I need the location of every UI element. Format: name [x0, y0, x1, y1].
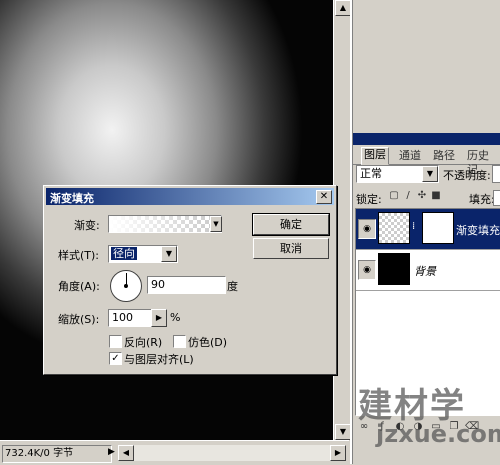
tab-channels[interactable]: 通道: [397, 149, 423, 163]
lock-move-icon[interactable]: ✣: [416, 190, 428, 202]
scale-label: 缩放(S):: [58, 313, 100, 326]
scale-slider-icon[interactable]: ▶: [151, 309, 167, 327]
style-label: 样式(T):: [58, 249, 100, 262]
lock-row: 锁定: ▢ / ✣ ■ 填充:: [356, 190, 500, 206]
tab-layers[interactable]: 图层: [361, 147, 389, 165]
scroll-up-icon[interactable]: ▲: [335, 0, 351, 16]
reverse-label: 反向(R): [124, 336, 163, 349]
lock-transparency-icon[interactable]: ▢: [388, 190, 400, 202]
opacity-label: 不透明度:: [443, 169, 491, 182]
layer-name: 背景: [414, 265, 436, 278]
gradient-label: 渐变:: [74, 219, 100, 232]
link-icon[interactable]: ⁞: [412, 221, 415, 232]
status-menu-icon[interactable]: ▶: [108, 447, 115, 457]
fill-label: 填充:: [469, 193, 495, 206]
status-bar: 732.4K/0 字节 ▶ ◀ ▶: [0, 440, 349, 465]
chevron-down-icon[interactable]: ▼: [161, 246, 177, 262]
blend-mode-select[interactable]: 正常 ▼: [356, 165, 439, 183]
align-label: 与图层对齐(L): [124, 353, 194, 366]
doc-size-readout: 732.4K/0 字节: [2, 445, 112, 463]
blend-mode-value: 正常: [360, 167, 382, 180]
panel-titlebar[interactable]: [353, 133, 500, 145]
dialog-titlebar[interactable]: 渐变填充 ✕: [46, 188, 334, 205]
style-value: 径向: [110, 246, 138, 261]
watermark-url: jzxue.com: [376, 420, 500, 448]
layer-name: 渐变填充: [456, 224, 500, 237]
angle-unit: 度: [227, 280, 238, 293]
mask-thumbnail[interactable]: [422, 212, 454, 244]
scroll-right-icon[interactable]: ▶: [330, 445, 346, 461]
lock-brush-icon[interactable]: /: [402, 190, 414, 202]
ok-button[interactable]: 确定: [252, 213, 330, 236]
eye-icon[interactable]: ◉: [358, 219, 376, 239]
fill-field[interactable]: [493, 190, 500, 206]
chevron-down-icon[interactable]: ▼: [422, 166, 438, 182]
layer-thumbnail[interactable]: [378, 253, 410, 285]
angle-input[interactable]: 90: [147, 276, 226, 294]
layer-gradient-fill[interactable]: ◉ ⁞ 渐变填充: [356, 209, 500, 250]
horizontal-scrollbar[interactable]: ◀ ▶: [118, 445, 346, 461]
scroll-down-icon[interactable]: ▼: [335, 424, 351, 440]
align-checkbox[interactable]: ✓: [109, 352, 122, 365]
style-select[interactable]: 径向 ▼: [108, 245, 178, 263]
panel-tabs: 图层 通道 路径 历史记: [353, 147, 500, 176]
gradient-picker[interactable]: [108, 215, 222, 233]
scale-input[interactable]: 100: [108, 309, 153, 327]
tab-history[interactable]: 历史记: [465, 149, 500, 176]
layer-thumbnail[interactable]: [378, 212, 410, 244]
close-icon[interactable]: ✕: [316, 190, 332, 204]
dialog-title: 渐变填充: [50, 192, 94, 205]
eye-icon[interactable]: ◉: [358, 260, 376, 280]
dither-checkbox[interactable]: [173, 335, 186, 348]
gradient-fill-dialog: 渐变填充 ✕ 渐变: ▼ 样式(T): 径向 ▼ 角度(A): 90 度 缩放(…: [43, 185, 337, 375]
layer-background[interactable]: ◉ 背景: [356, 250, 500, 291]
cancel-button[interactable]: 取消: [253, 238, 329, 259]
angle-label: 角度(A):: [58, 280, 100, 293]
lock-label: 锁定:: [356, 193, 382, 206]
angle-dial[interactable]: [110, 270, 142, 302]
opacity-field[interactable]: [492, 165, 500, 183]
reverse-checkbox[interactable]: [109, 335, 122, 348]
scroll-left-icon[interactable]: ◀: [118, 445, 134, 461]
dither-label: 仿色(D): [188, 336, 228, 349]
scale-unit: %: [170, 311, 181, 324]
dial-center: [124, 284, 128, 288]
tab-paths[interactable]: 路径: [431, 149, 457, 163]
lock-all-icon[interactable]: ■: [430, 190, 442, 202]
chevron-down-icon[interactable]: ▼: [210, 216, 222, 232]
